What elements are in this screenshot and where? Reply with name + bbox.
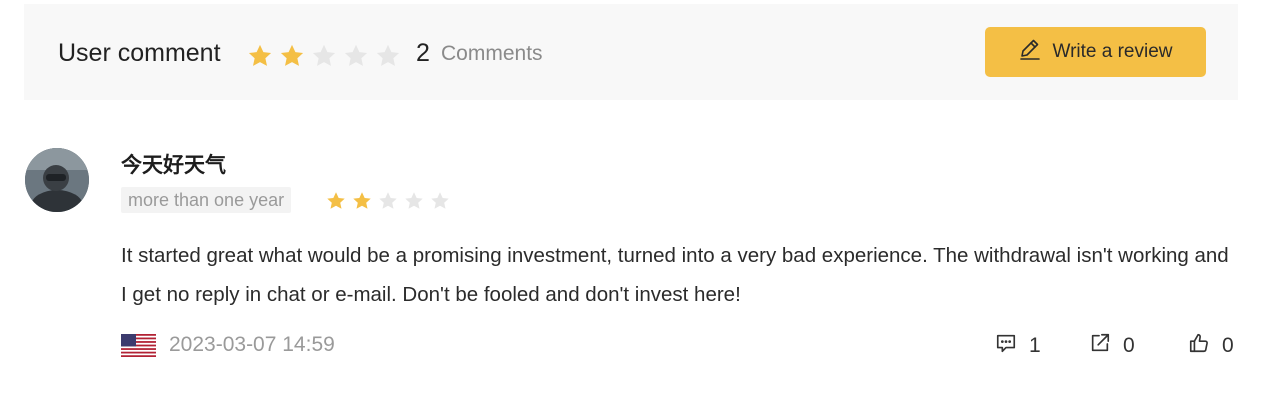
star-icon <box>403 190 425 212</box>
star-icon <box>374 42 402 70</box>
comment-count-label: Comments <box>441 42 543 65</box>
star-icon <box>351 190 373 212</box>
thumbs-up-icon <box>1188 332 1210 360</box>
like-action-button[interactable]: 0 <box>1188 332 1234 360</box>
comment-icon <box>995 332 1017 360</box>
header-rating-stars <box>246 42 402 70</box>
star-icon <box>429 190 451 212</box>
avatar[interactable] <box>25 148 89 212</box>
comment-action-button[interactable]: 1 <box>995 332 1041 360</box>
review-rating-stars <box>325 190 451 212</box>
share-action-button[interactable]: 0 <box>1089 332 1135 360</box>
write-review-label: Write a review <box>1052 41 1173 62</box>
comment-count-value: 1 <box>1029 334 1041 357</box>
header-title: User comment <box>58 39 221 67</box>
share-count-value: 0 <box>1123 334 1135 357</box>
star-icon <box>310 42 338 70</box>
like-count-value: 0 <box>1222 334 1234 357</box>
us-flag-icon <box>121 334 156 358</box>
star-icon <box>377 190 399 212</box>
star-icon <box>325 190 347 212</box>
comment-count: 2 <box>416 39 430 67</box>
star-icon <box>278 42 306 70</box>
reviewer-name[interactable]: 今天好天气 <box>121 149 226 179</box>
share-icon <box>1089 332 1111 360</box>
comments-header: User comment 2 Comments Write a review <box>24 4 1238 100</box>
edit-pen-icon <box>1018 37 1042 67</box>
write-review-button[interactable]: Write a review <box>985 27 1206 77</box>
review-text: It started great what would be a promisi… <box>121 244 1229 306</box>
star-icon <box>246 42 274 70</box>
review-date: 2023-03-07 14:59 <box>169 333 335 356</box>
time-ago-badge: more than one year <box>121 187 292 213</box>
star-icon <box>342 42 370 70</box>
